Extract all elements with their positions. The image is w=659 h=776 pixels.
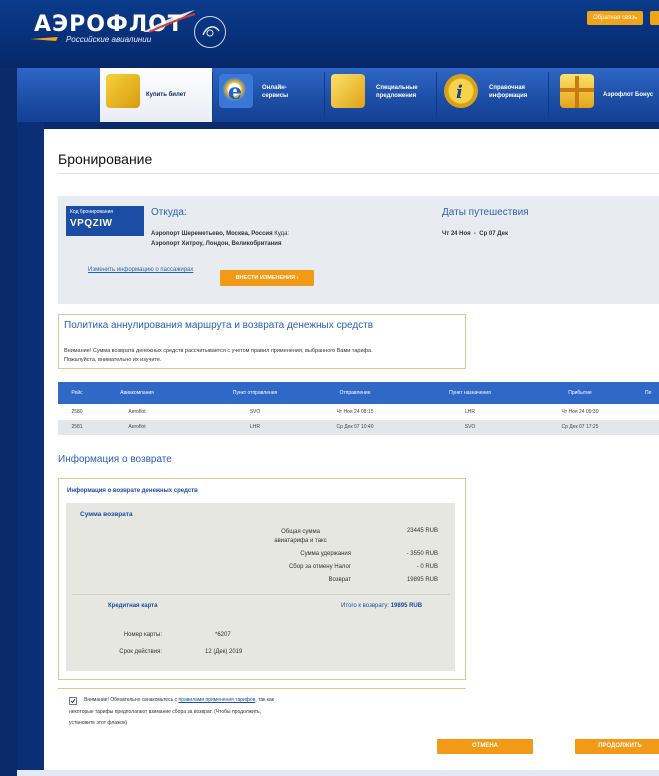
apply-changes-label: ВНЕСТИ ИЗМЕНЕНИЯ (235, 275, 296, 281)
card-number: *6207 (215, 632, 231, 638)
card-expiry: 12 (Дек) 2019 (205, 649, 243, 655)
card-number-label: Номер карты: (123, 632, 162, 638)
refund-subheading: Информация о возврате денежных средств (67, 488, 198, 494)
credit-card-heading: Кредитная карта (108, 603, 158, 609)
arrival-airport: LHR (464, 409, 475, 415)
refund-sum-heading: Сумма возврата (80, 511, 133, 518)
continue-button[interactable]: ПРОДОЛЖИТЬ (575, 739, 659, 754)
refund-divider (72, 594, 450, 595)
agreement-text: Внимание! Обязательно ознакомьтесь с пра… (84, 697, 274, 703)
page-bottom (17, 770, 659, 776)
cancel-button[interactable]: ОТМЕНА (437, 739, 533, 754)
from-heading: Откуда: (151, 207, 187, 218)
logo-subtitle: Российские авиалинии (66, 35, 152, 44)
gift-icon (560, 74, 594, 108)
departure-airport: SVO (249, 409, 261, 415)
page-title: Бронирование (58, 151, 153, 167)
title-divider (58, 173, 659, 174)
route-from: Аэропорт Шереметьево, Москва, Россия Куд… (151, 231, 289, 237)
info-icon: i (444, 74, 478, 108)
refund-line-label: Сбор за отмену Налог (288, 564, 351, 570)
internet-explorer-icon: e (219, 74, 253, 108)
hammer-sickle-wing-icon (30, 37, 58, 41)
booking-code-label: Код бронирования (70, 209, 114, 215)
to-label: Куда: (274, 231, 290, 237)
apply-changes-button[interactable]: ВНЕСТИ ИЗМЕНЕНИЯ › (220, 270, 314, 286)
flight-number: 2581 (71, 424, 83, 430)
page-frame-left (17, 122, 44, 776)
skyteam-icon (194, 16, 226, 48)
refund-line-label: Сумма удержания (300, 551, 351, 557)
agreement-text-start: Внимание! Обязательно ознакомьтесь с (84, 697, 178, 703)
arrival-time: Ср Дек 07 17:25 (561, 424, 599, 430)
refund-line-label: Общая сумма авиатарифа и такс (274, 529, 327, 544)
fare-rules-link[interactable]: правилами применения тарифов (178, 697, 255, 703)
tickets-icon (106, 74, 140, 108)
flight-number: 2580 (71, 409, 83, 415)
svg-text:e: e (228, 79, 242, 105)
special-offers-icon (331, 74, 365, 108)
nav-label-aeroflot-bonus: Аэрофлот Бонус (603, 92, 654, 98)
booking-panel (58, 196, 659, 304)
agreement-divider (58, 688, 466, 689)
agreement-text-end: , так как (255, 697, 274, 703)
arrival-airport: SVO (464, 424, 476, 430)
column-header: Авиакомпания (120, 390, 154, 396)
from-airport: Аэропорт Шереметьево, Москва, Россия (151, 231, 273, 237)
nav-label-buy-ticket: Купить билет (146, 92, 186, 98)
agree-checkbox[interactable] (69, 697, 77, 705)
departure-time: Чт Ноя 24 08:15 (336, 409, 374, 415)
refund-total-value: 19895 RUB (390, 603, 423, 609)
refund-heading: Информация о возврате (58, 454, 172, 465)
column-header: Рейс (71, 390, 83, 396)
policy-heading: Политика аннулирования маршрута и возвра… (64, 320, 374, 331)
policy-text: Внимание! Сумма возврата денежных средст… (64, 348, 373, 354)
airline: Aeroflot (128, 409, 146, 415)
refund-line-value: - 0 RUB (416, 564, 438, 570)
booking-code: VPQZIW (70, 218, 113, 229)
nav-label-reference-info: Справочная информация (489, 85, 528, 99)
refund-line-value: 23445 RUB (406, 528, 438, 534)
agreement-text: некоторые тарифы предполагают взимание с… (69, 709, 262, 715)
logo-wing-icon (143, 10, 196, 33)
arrow-icon: › (296, 275, 299, 281)
refund-total-label: Итого к возврату: (341, 603, 390, 609)
feedback-button[interactable]: Обратная связь (587, 11, 644, 25)
refund-total: Итого к возврату: 19895 RUB (341, 603, 422, 609)
refund-line-value: - 3550 RUB (406, 551, 438, 557)
dates-heading: Даты путешествия (442, 207, 529, 218)
departure-airport: LHR (249, 424, 260, 430)
agreement-text: установите этот флажок) (69, 720, 128, 726)
column-header: Пе (645, 390, 652, 396)
svg-text:i: i (456, 82, 463, 103)
column-header: Отправление (339, 390, 371, 396)
column-header: Прибытие (568, 390, 592, 396)
nav-label-special-offers: Специальные предложения (376, 85, 418, 99)
policy-text: Пожалуйста, внимательно их изучите. (64, 357, 162, 363)
refund-line-value: 19895 RUB (406, 577, 438, 583)
departure-time: Ср Дек 07 10:40 (336, 424, 374, 430)
nav-label-online-services: Онлайн- сервисы (262, 85, 289, 99)
change-passengers-link[interactable]: Изменить информацию о пассажирах (88, 267, 193, 273)
column-header: Пункт отправления (232, 390, 278, 396)
column-header: Пункт назначения (449, 390, 491, 396)
arrival-time: Чт Ноя 24 09:30 (561, 409, 599, 415)
airline: Aeroflot (128, 424, 146, 430)
card-expiry-label: Срок действия: (119, 649, 162, 655)
travel-dates: Чт 24 Ноя - Ср 07 Дек (442, 231, 508, 237)
refund-line-label: Возврат (328, 577, 352, 583)
header-button-partial[interactable] (650, 11, 659, 25)
to-airport: Аэропорт Хитроу, Лондон, Великобритания (151, 241, 282, 247)
